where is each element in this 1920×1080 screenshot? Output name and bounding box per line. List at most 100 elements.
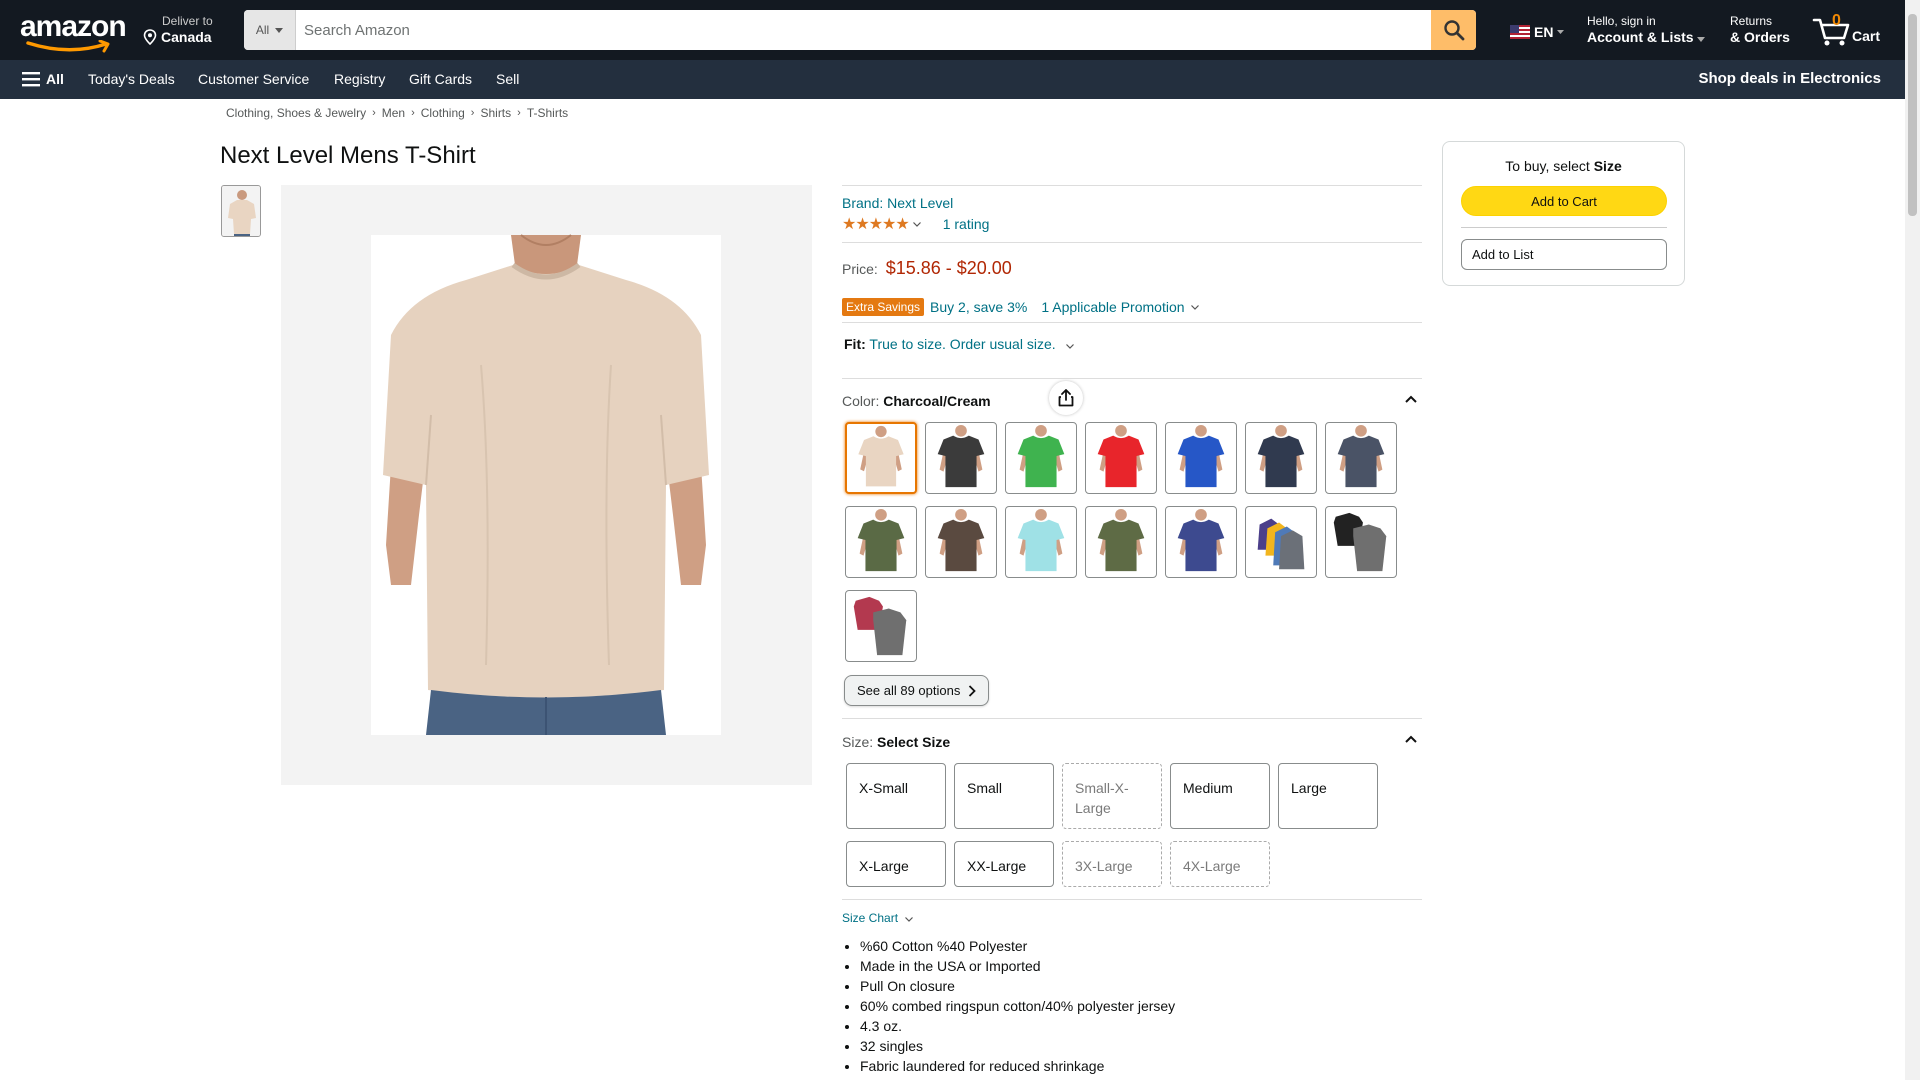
color-swatch[interactable] bbox=[1325, 506, 1397, 578]
caret-down-icon bbox=[1557, 30, 1565, 34]
feature-bullet: Made in the USA or Imported bbox=[860, 956, 1175, 976]
color-swatch[interactable] bbox=[1325, 422, 1397, 494]
size-option-x-small[interactable]: X-Small bbox=[846, 763, 946, 829]
cart-button[interactable]: 0 Cart bbox=[1812, 10, 1882, 50]
add-to-cart-button[interactable]: Add to Cart bbox=[1461, 186, 1667, 216]
image-thumbnail[interactable] bbox=[221, 185, 261, 237]
size-option-3x-large[interactable]: 3X-Large bbox=[1062, 841, 1162, 887]
search-button[interactable] bbox=[1431, 10, 1476, 50]
search-bar: All bbox=[244, 10, 1476, 50]
size-option-small[interactable]: Small bbox=[954, 763, 1054, 829]
color-swatch[interactable] bbox=[1085, 506, 1157, 578]
size-option-4x-large[interactable]: 4X-Large bbox=[1170, 841, 1270, 887]
color-swatch[interactable] bbox=[1165, 422, 1237, 494]
share-button[interactable] bbox=[1049, 381, 1083, 415]
deliver-label: Deliver to bbox=[162, 14, 213, 28]
size-option-x-large[interactable]: X-Large bbox=[846, 841, 946, 887]
language-selector[interactable]: EN bbox=[1510, 24, 1565, 40]
nav-shop-deals-electronics[interactable]: Shop deals in Electronics bbox=[1698, 70, 1881, 87]
color-swatch[interactable] bbox=[845, 590, 917, 662]
caret-down-icon bbox=[275, 27, 284, 33]
see-all-options-button[interactable]: See all 89 options bbox=[844, 675, 990, 706]
account-menu[interactable]: Hello, sign in Account & Lists bbox=[1587, 14, 1706, 46]
add-to-list-button[interactable]: Add to List bbox=[1461, 239, 1667, 270]
size-option-xx-large[interactable]: XX-Large bbox=[954, 841, 1054, 887]
tshirt-swatch-image bbox=[1097, 508, 1145, 572]
scrollbar-thumb[interactable] bbox=[1908, 14, 1917, 216]
search-category-select[interactable]: All bbox=[244, 10, 296, 50]
size-chart-link[interactable]: Size Chart bbox=[842, 911, 914, 925]
color-swatch[interactable] bbox=[1165, 506, 1237, 578]
size-option-small-x-large[interactable]: Small-X-Large bbox=[1062, 763, 1162, 829]
size-option-medium[interactable]: Medium bbox=[1170, 763, 1270, 829]
fit-value-link[interactable]: True to size. Order usual size. bbox=[869, 336, 1055, 352]
size-option-large[interactable]: Large bbox=[1278, 763, 1378, 829]
color-swatch[interactable] bbox=[1245, 422, 1317, 494]
tshirt-swatch-image bbox=[937, 508, 985, 572]
tshirt-model-image bbox=[281, 185, 812, 785]
breadcrumb-item[interactable]: Shirts bbox=[480, 106, 511, 120]
returns-orders[interactable]: Returns & Orders bbox=[1730, 14, 1790, 46]
buy-box: To buy, select Size Add to Cart Add to L… bbox=[1442, 141, 1685, 286]
tshirt-swatch-image bbox=[1017, 508, 1065, 572]
rating-row: ★★★★★ 1 rating bbox=[842, 214, 989, 234]
tshirt-swatch-image bbox=[857, 508, 905, 572]
chevron-down-icon[interactable] bbox=[1065, 344, 1074, 349]
deliver-to[interactable]: Deliver to Canada bbox=[142, 14, 213, 46]
feature-bullet: 32 singles bbox=[860, 1036, 1175, 1056]
applicable-promotion-link[interactable]: 1 Applicable Promotion bbox=[1041, 299, 1184, 315]
promotion-row: Extra Savings Buy 2, save 3% 1 Applicabl… bbox=[842, 298, 1199, 316]
tshirt-swatch-image bbox=[853, 596, 907, 656]
breadcrumb-item[interactable]: Clothing bbox=[421, 106, 465, 120]
all-menu-button[interactable]: All bbox=[22, 71, 64, 87]
chevron-right-icon: › bbox=[372, 107, 376, 119]
chevron-down-icon[interactable] bbox=[1190, 304, 1199, 310]
tshirt-swatch-image bbox=[858, 425, 904, 487]
color-swatch[interactable] bbox=[1005, 506, 1077, 578]
star-rating-icon[interactable]: ★★★★★ bbox=[842, 214, 910, 234]
breadcrumb-item[interactable]: Men bbox=[382, 106, 405, 120]
promo-text-link[interactable]: Buy 2, save 3% bbox=[930, 299, 1027, 315]
search-icon bbox=[1443, 20, 1464, 41]
nav-customer-service[interactable]: Customer Service bbox=[198, 71, 309, 87]
chevron-up-icon[interactable] bbox=[1405, 735, 1417, 743]
breadcrumb-item[interactable]: Clothing, Shoes & Jewelry bbox=[226, 106, 366, 120]
price-value: $15.86 - $20.00 bbox=[885, 258, 1012, 278]
nav-registry[interactable]: Registry bbox=[334, 71, 385, 87]
nav-todays-deals[interactable]: Today's Deals bbox=[88, 71, 175, 87]
amazon-logo[interactable]: amazon bbox=[20, 12, 127, 53]
feature-bullet: 60% combed ringspun cotton/40% polyester… bbox=[860, 996, 1175, 1016]
color-swatch[interactable] bbox=[925, 506, 997, 578]
selected-size: Select Size bbox=[877, 734, 951, 750]
search-input[interactable] bbox=[296, 10, 1431, 50]
location-pin-icon bbox=[143, 29, 157, 45]
nav-gift-cards[interactable]: Gift Cards bbox=[409, 71, 472, 87]
breadcrumb: Clothing, Shoes & Jewelry › Men › Clothi… bbox=[226, 106, 568, 120]
chevron-down-icon[interactable] bbox=[912, 221, 921, 227]
brand-link[interactable]: Brand: Next Level bbox=[842, 195, 953, 211]
color-swatch[interactable] bbox=[1245, 506, 1317, 578]
color-swatch[interactable] bbox=[1085, 422, 1157, 494]
color-swatch[interactable] bbox=[1005, 422, 1077, 494]
orders-label: & Orders bbox=[1730, 29, 1790, 45]
color-swatch[interactable] bbox=[845, 506, 917, 578]
fit-label: Fit: bbox=[844, 336, 866, 352]
rating-count-link[interactable]: 1 rating bbox=[943, 216, 990, 232]
chevron-up-icon[interactable] bbox=[1405, 395, 1417, 403]
divider bbox=[842, 322, 1422, 323]
color-swatch[interactable] bbox=[925, 422, 997, 494]
caret-down-icon bbox=[1697, 37, 1706, 42]
tshirt-swatch-image bbox=[1257, 518, 1305, 570]
page-scrollbar[interactable] bbox=[1905, 0, 1920, 1080]
chevron-right-icon: › bbox=[517, 107, 521, 119]
divider bbox=[842, 242, 1422, 243]
nav-sell[interactable]: Sell bbox=[496, 71, 519, 87]
all-menu-label: All bbox=[46, 71, 64, 87]
breadcrumb-item[interactable]: T-Shirts bbox=[527, 106, 568, 120]
product-main-image[interactable] bbox=[281, 185, 1083, 785]
feature-bullets: %60 Cotton %40 Polyester Made in the USA… bbox=[860, 936, 1175, 1076]
chevron-right-icon: › bbox=[470, 107, 475, 119]
color-swatch[interactable] bbox=[845, 422, 917, 494]
extra-savings-badge: Extra Savings bbox=[842, 298, 925, 316]
product-title: Next Level Mens T-Shirt bbox=[220, 142, 476, 169]
